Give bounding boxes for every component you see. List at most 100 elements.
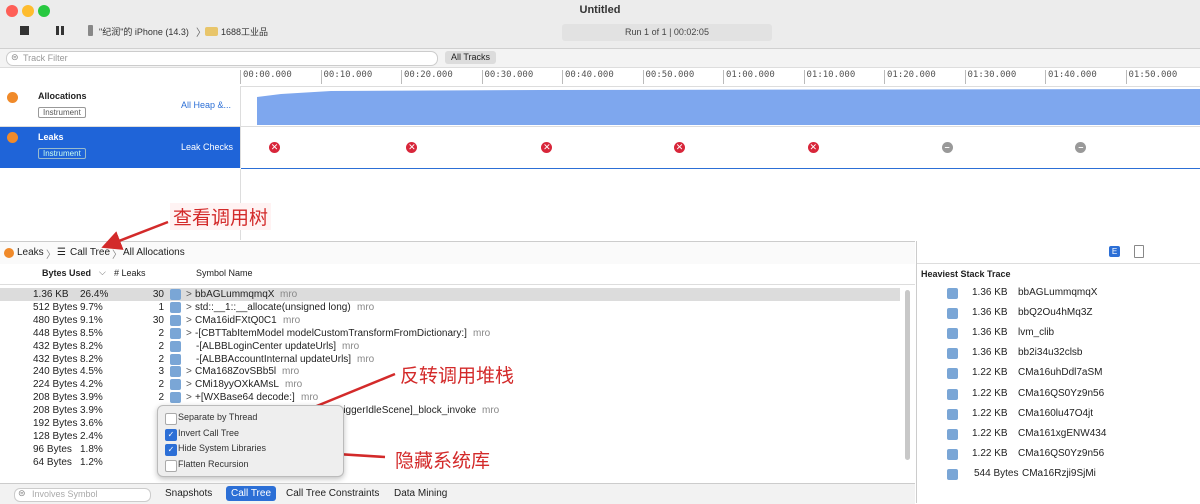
disclosure-chevron-icon[interactable]: > xyxy=(186,391,192,404)
user-icon xyxy=(947,328,958,340)
document-icon[interactable] xyxy=(1134,245,1144,258)
bytes-used: 208 Bytes xyxy=(33,405,78,417)
column-bytes-used[interactable]: Bytes Used xyxy=(42,268,91,278)
heaviest-stack-title: Heaviest Stack Trace xyxy=(921,269,1011,279)
bytes-percent: 3.9% xyxy=(80,405,103,417)
table-row[interactable]: 448 Bytes 8.5% 2 > -[CBTTabItemModel modelCu… xyxy=(0,327,900,340)
column-leaks[interactable]: # Leaks xyxy=(114,268,146,278)
user-icon xyxy=(170,379,181,391)
bytes-used: 240 Bytes xyxy=(33,366,78,378)
disclosure-chevron-icon[interactable]: > xyxy=(186,314,192,327)
stack-frame[interactable]: 1.36 KB bbQ2Ou4hMq3Z xyxy=(947,307,1197,321)
bytes-used: 512 Bytes xyxy=(33,301,78,313)
table-row[interactable]: 512 Bytes 9.7% 1 > std::__1::__allocate(unsi… xyxy=(0,301,900,314)
bytes-used: 208 Bytes xyxy=(33,392,78,404)
checkbox-separate-by-thread[interactable] xyxy=(165,413,177,425)
user-icon xyxy=(947,408,958,420)
call-tree-options-popup: Separate by Thread ✓ Invert Call Tree ✓ Hide… xyxy=(157,405,344,477)
leak-count: 1 xyxy=(158,301,164,313)
symbol-library: mro xyxy=(283,314,301,326)
tab-snapshots[interactable]: Snapshots xyxy=(160,486,217,501)
user-icon xyxy=(170,366,181,378)
symbol-library: mro xyxy=(282,366,300,378)
symbol-name: CMi18yyOXkAMsL xyxy=(195,379,279,391)
leak-count: 2 xyxy=(158,340,164,352)
user-icon xyxy=(170,340,181,352)
bottom-tabs: Snapshots Call Tree Call Tree Constraints D… xyxy=(0,484,915,504)
bytes-percent: 8.2% xyxy=(80,340,103,352)
bytes-used: 224 Bytes xyxy=(33,379,78,391)
leak-count: 30 xyxy=(152,314,164,326)
tab-data-mining[interactable]: Data Mining xyxy=(389,486,452,501)
frame-bytes: 1.22 KB xyxy=(972,367,1008,379)
bytes-percent: 8.2% xyxy=(80,353,103,365)
frame-symbol: CMa16QS0Yz9n56 xyxy=(1018,447,1105,459)
extended-detail-icon[interactable]: E xyxy=(1109,246,1120,257)
symbol-name: bbAGLummqmqX xyxy=(195,289,275,300)
frame-symbol: CMa16Rzji9SjMi xyxy=(1022,467,1096,479)
table-row[interactable]: 208 Bytes 3.9% riggerIdleScene]_block_invo… xyxy=(0,404,900,417)
leak-count: 30 xyxy=(152,289,164,300)
disclosure-chevron-icon[interactable]: > xyxy=(186,378,192,391)
bytes-percent: 2.4% xyxy=(80,430,103,442)
disclosure-chevron-icon[interactable]: > xyxy=(186,301,192,314)
stack-frame[interactable]: 544 Bytes CMa16Rzji9SjMi xyxy=(947,468,1197,482)
frame-symbol: CMa16QS0Yz9n56 xyxy=(1018,387,1105,399)
user-icon xyxy=(947,288,958,299)
frame-symbol: lvm_clib xyxy=(1018,327,1055,339)
frame-bytes: 1.22 KB xyxy=(972,407,1008,419)
inspector-toolbar: E xyxy=(917,241,1200,264)
bytes-used: 1.36 KB xyxy=(33,289,69,300)
stack-frame[interactable]: 1.36 KB bb2i34u32clsb xyxy=(947,347,1197,361)
option-label: Invert Call Tree xyxy=(178,427,240,438)
symbol-library: mro xyxy=(280,289,298,300)
symbol-name: -[ALBBAccountInternal updateUrls] xyxy=(196,353,352,365)
frame-symbol: bbQ2Ou4hMq3Z xyxy=(1018,307,1093,319)
tab-call-tree-constraints[interactable]: Call Tree Constraints xyxy=(281,486,384,501)
tab-call-tree[interactable]: Call Tree xyxy=(226,486,277,501)
table-row[interactable]: 192 Bytes 3.6% xyxy=(0,417,900,430)
checkbox-flatten-recursion[interactable] xyxy=(165,459,177,472)
symbol-library: mro xyxy=(301,392,319,404)
stack-frame[interactable]: 1.36 KB bbAGLummqmqX xyxy=(947,287,1197,301)
bytes-percent: 4.5% xyxy=(80,366,103,378)
frame-bytes: 1.22 KB xyxy=(972,447,1008,459)
option-label: Flatten Recursion xyxy=(178,458,249,469)
user-icon xyxy=(170,327,181,339)
symbol-name: -[CBTTabItemModel modelCustomTransformFr… xyxy=(195,327,467,339)
disclosure-chevron-icon[interactable]: > xyxy=(186,365,192,378)
user-icon xyxy=(947,468,958,480)
table-row[interactable]: 208 Bytes 3.9% 2 > +[WXBase64 decode:] mro xyxy=(0,391,900,404)
symbol-library: mro xyxy=(342,340,360,352)
disclosure-chevron-icon[interactable]: > xyxy=(186,327,192,340)
stack-frame[interactable]: 1.22 KB CMa16QS0Yz9n56 xyxy=(947,448,1197,462)
checkbox-invert-call-tree[interactable]: ✓ xyxy=(165,428,177,441)
table-row[interactable]: 480 Bytes 9.1% 30 > CMa16idFXtQ0C1 mro xyxy=(0,314,900,327)
stack-frame[interactable]: 1.22 KB CMa16uhDdl7aSM xyxy=(947,367,1197,381)
user-icon xyxy=(170,392,181,404)
annotation-invert-stack: 反转调用堆栈 xyxy=(400,365,515,387)
column-symbol-name[interactable]: Symbol Name xyxy=(196,268,253,278)
bytes-used: 64 Bytes xyxy=(33,456,72,468)
bottom-bar: ⊜ Involves Symbol Snapshots Call Tree Call… xyxy=(0,483,915,504)
stack-frame[interactable]: 1.22 KB CMa16QS0Yz9n56 xyxy=(947,388,1197,402)
frame-symbol: CMa160lu47O4jt xyxy=(1018,407,1094,419)
bytes-used: 448 Bytes xyxy=(33,327,78,339)
column-header: Bytes Used ⌵ # Leaks Symbol Name xyxy=(0,264,915,285)
stack-frame[interactable]: 1.22 KB CMa161xgENW434 xyxy=(947,428,1197,442)
bytes-used: 96 Bytes xyxy=(33,443,72,455)
checkbox-hide-system-libraries[interactable]: ✓ xyxy=(165,444,177,456)
table-row[interactable]: 432 Bytes 8.2% 2 -[ALBBLoginCenter updateUr… xyxy=(0,340,900,353)
stack-frame[interactable]: 1.22 KB CMa160lu47O4jt xyxy=(947,408,1197,422)
sort-chevron-icon[interactable]: ⌵ xyxy=(99,267,106,278)
leak-count: 2 xyxy=(158,379,164,391)
symbol-name: riggerIdleScene]_block_invoke xyxy=(340,405,477,417)
table-scrollbar[interactable] xyxy=(905,290,910,460)
table-row[interactable]: 128 Bytes 2.4% xyxy=(0,430,900,443)
symbol-name: CMa16idFXtQ0C1 xyxy=(195,314,277,326)
table-row[interactable]: 1.36 KB 26.4% 30 > bbAGLummqmqX mro xyxy=(0,288,900,301)
stack-frame[interactable]: 1.36 KB lvm_clib xyxy=(947,327,1197,341)
disclosure-chevron-icon[interactable]: > xyxy=(186,288,192,301)
bytes-used: 432 Bytes xyxy=(33,340,78,352)
user-icon xyxy=(170,289,181,300)
